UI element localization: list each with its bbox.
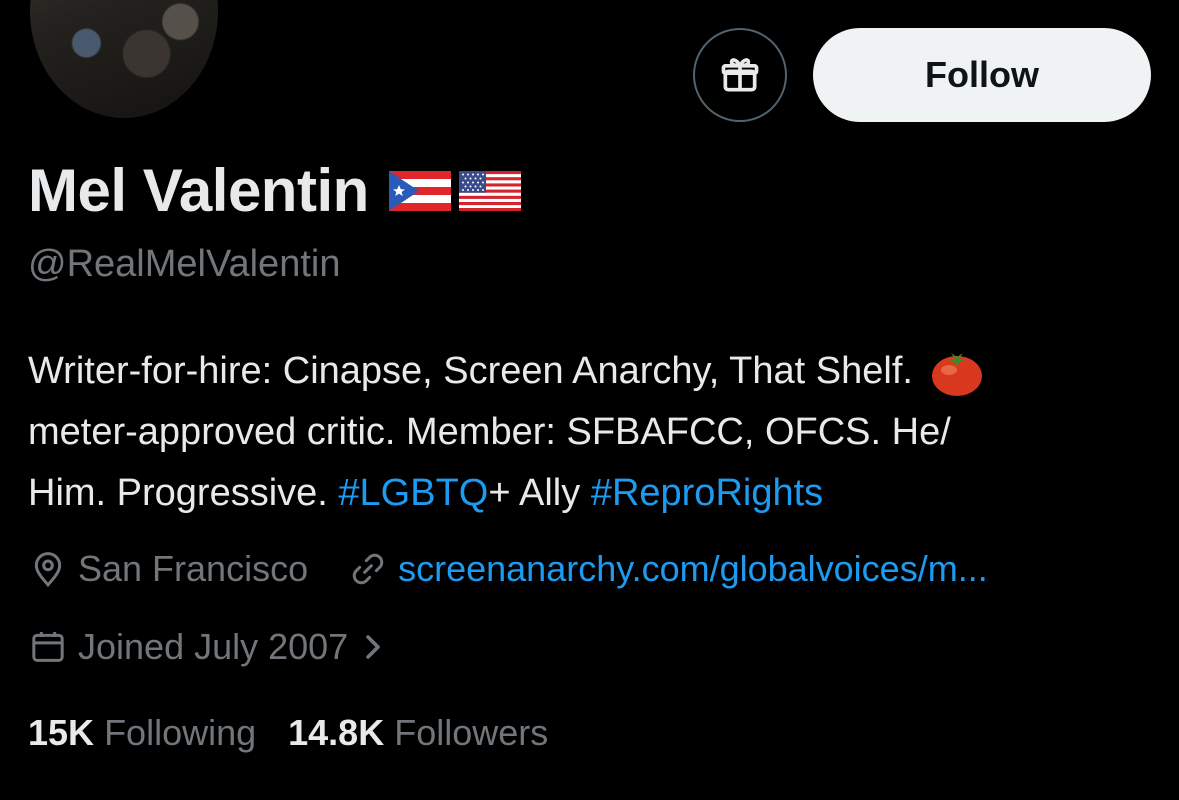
profile-bio: Writer-for-hire: Cinapse, Screen Anarchy… (28, 341, 1158, 524)
calendar-icon (32, 632, 64, 662)
website-link[interactable]: screenanarchy.com/globalvoices/m... (398, 548, 988, 590)
joined-row[interactable]: Joined July 2007 (28, 626, 386, 668)
hashtag-lgbtq-link[interactable]: #LGBTQ (338, 472, 488, 514)
bio-text-4: + Ally (488, 472, 581, 514)
link-icon (352, 553, 384, 585)
following-count: 15K (28, 712, 95, 753)
followers-stat[interactable]: 14.8K Followers (288, 712, 548, 754)
profile-avatar[interactable] (30, 0, 218, 118)
bio-text-2: meter-approved critic. Member: SFBAFCC, … (28, 411, 951, 453)
profile-meta-row: San Francisco screenanarchy.com/globalvo… (28, 548, 988, 590)
location-text: San Francisco (78, 548, 309, 589)
follow-button[interactable]: Follow (813, 28, 1151, 122)
chevron-right-icon (366, 635, 381, 659)
joined-text: Joined July 2007 (78, 626, 349, 667)
gift-icon (721, 58, 759, 92)
display-name: Mel Valentin (28, 157, 369, 224)
joined-item[interactable]: Joined July 2007 (28, 626, 386, 668)
followers-label: Followers (394, 712, 549, 753)
following-label: Following (104, 712, 257, 753)
location-pin-icon (34, 552, 62, 588)
follow-stats: 15K Following 14.8K Followers (28, 712, 548, 754)
bio-text-1: Writer-for-hire: Cinapse, Screen Anarchy… (28, 350, 913, 392)
usa-flag-icon (458, 170, 521, 211)
hashtag-reprorights-link[interactable]: #ReproRights (591, 472, 823, 514)
gift-button[interactable] (693, 28, 787, 122)
following-stat[interactable]: 15K Following (28, 712, 256, 754)
bio-text-3: Him. Progressive. (28, 472, 328, 514)
puerto-rico-flag-icon (388, 170, 451, 211)
followers-count: 14.8K (288, 712, 385, 753)
location-item: San Francisco (28, 548, 308, 590)
profile-handle: @RealMelValentin (28, 243, 341, 285)
tomato-icon (931, 352, 982, 396)
name-row: Mel Valentin (28, 156, 521, 225)
name-flags (388, 170, 521, 211)
website-item[interactable]: screenanarchy.com/globalvoices/m... (348, 548, 988, 590)
